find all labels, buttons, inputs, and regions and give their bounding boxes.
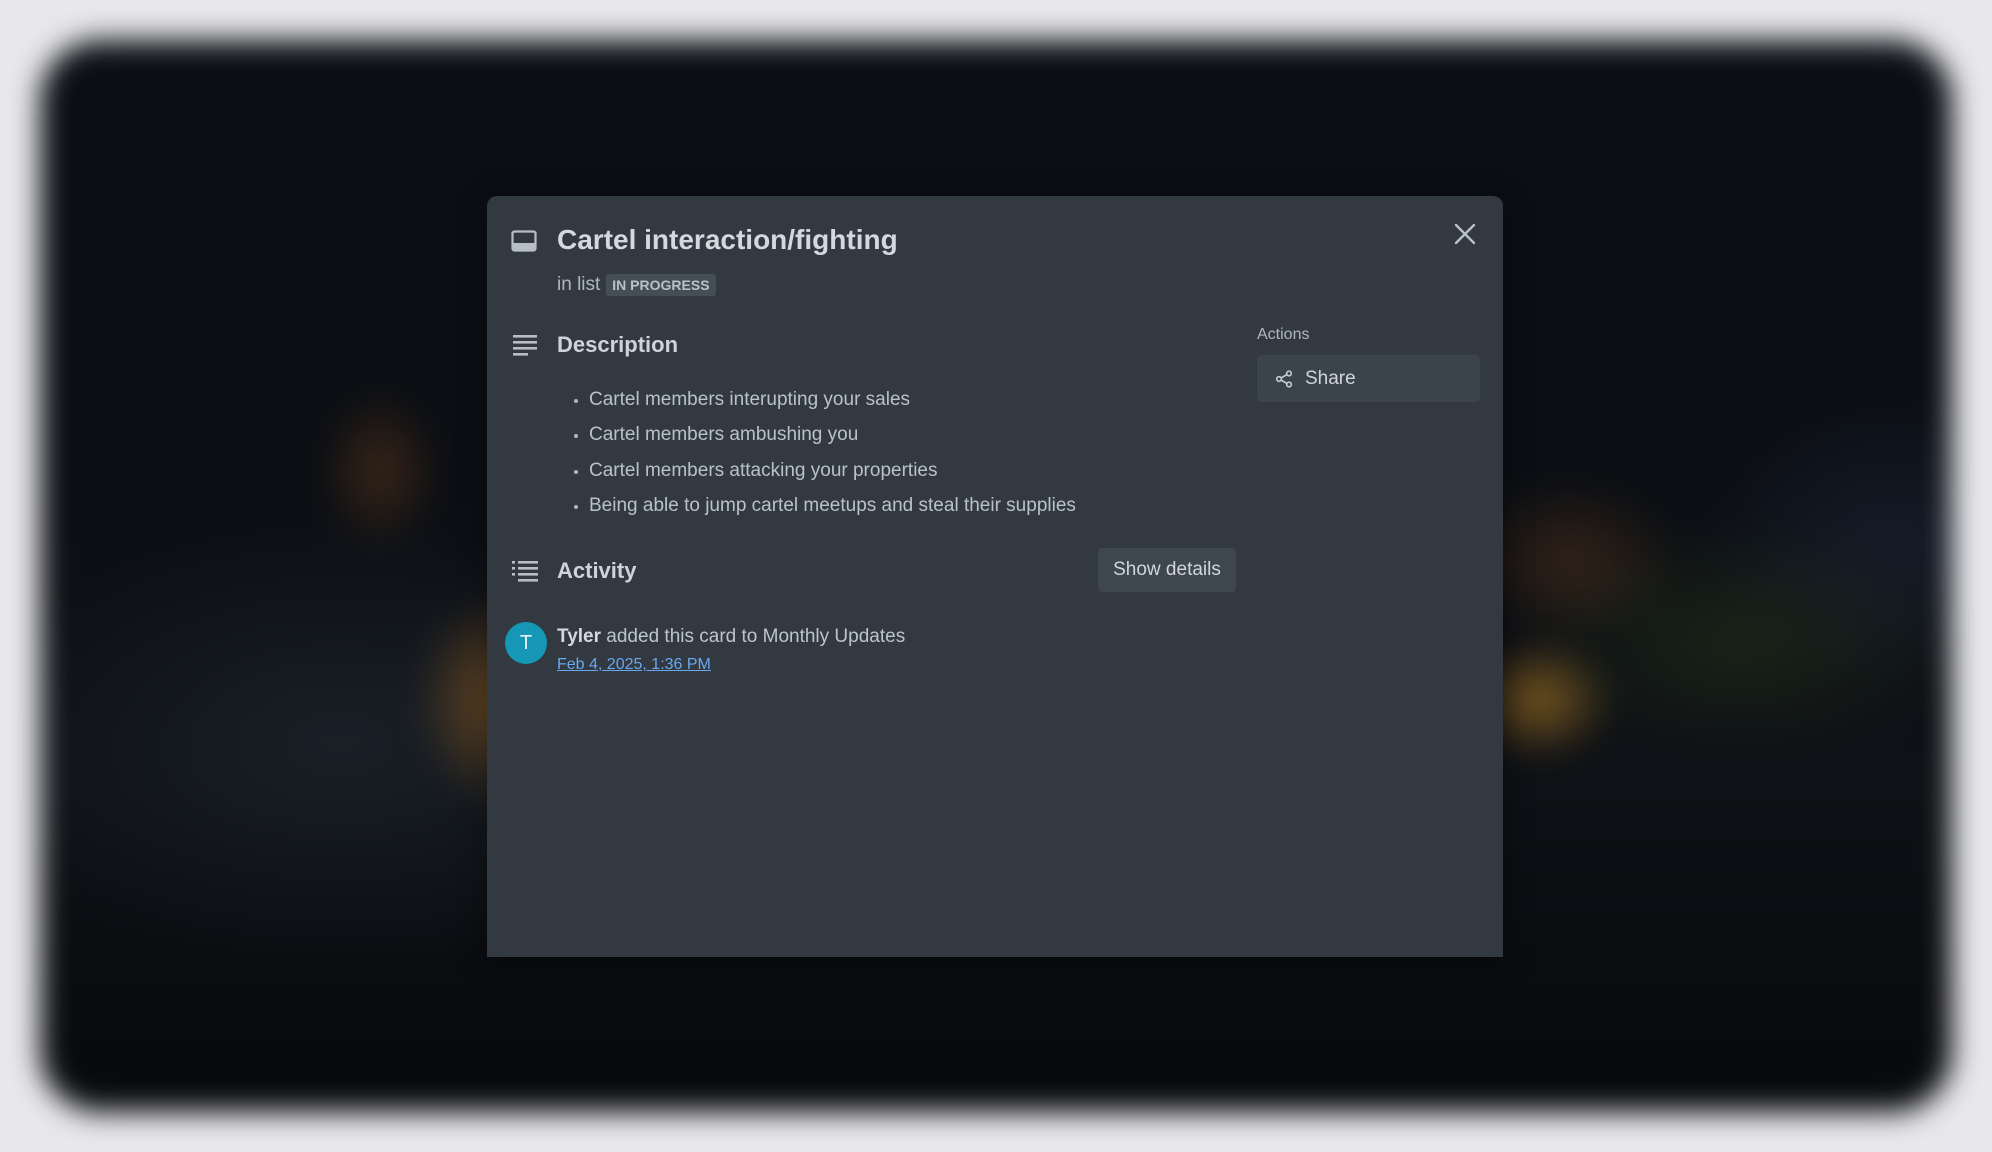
show-details-button[interactable]: Show details [1098,548,1236,592]
avatar[interactable]: T [505,622,547,664]
description-item: Cartel members attacking your properties [589,457,1076,492]
close-icon [1454,223,1476,245]
card-detail-modal: Cartel interaction/fighting in list IN P… [487,196,1503,957]
description-item: Cartel members interupting your sales [589,386,1076,421]
in-list-prefix: in list [557,274,601,295]
description-lines-icon [513,335,537,356]
share-icon [1275,369,1293,388]
description-item: Being able to jump cartel meetups and st… [589,492,1076,527]
activity-timestamp-link[interactable]: Feb 4, 2025, 1:36 PM [557,656,711,674]
description-list: Cartel members interupting your sales Ca… [567,386,1076,527]
list-badge[interactable]: IN PROGRESS [606,274,716,296]
actions-label: Actions [1257,326,1310,343]
list-info: in list IN PROGRESS [557,274,716,296]
description-heading: Description [557,332,679,357]
close-button[interactable] [1447,216,1483,252]
card-icon [511,230,537,252]
card-title: Cartel interaction/fighting [557,224,898,255]
activity-user[interactable]: Tyler [557,626,601,647]
activity-heading: Activity [557,558,637,583]
activity-action: added this card to Monthly Updates [606,626,906,647]
activity-entry-text: Tyler added this card to Monthly Updates [557,626,905,648]
share-button[interactable]: Share [1257,355,1480,402]
share-label: Share [1305,367,1356,389]
description-item: Cartel members ambushing you [589,421,1076,456]
activity-list-icon [512,561,538,582]
